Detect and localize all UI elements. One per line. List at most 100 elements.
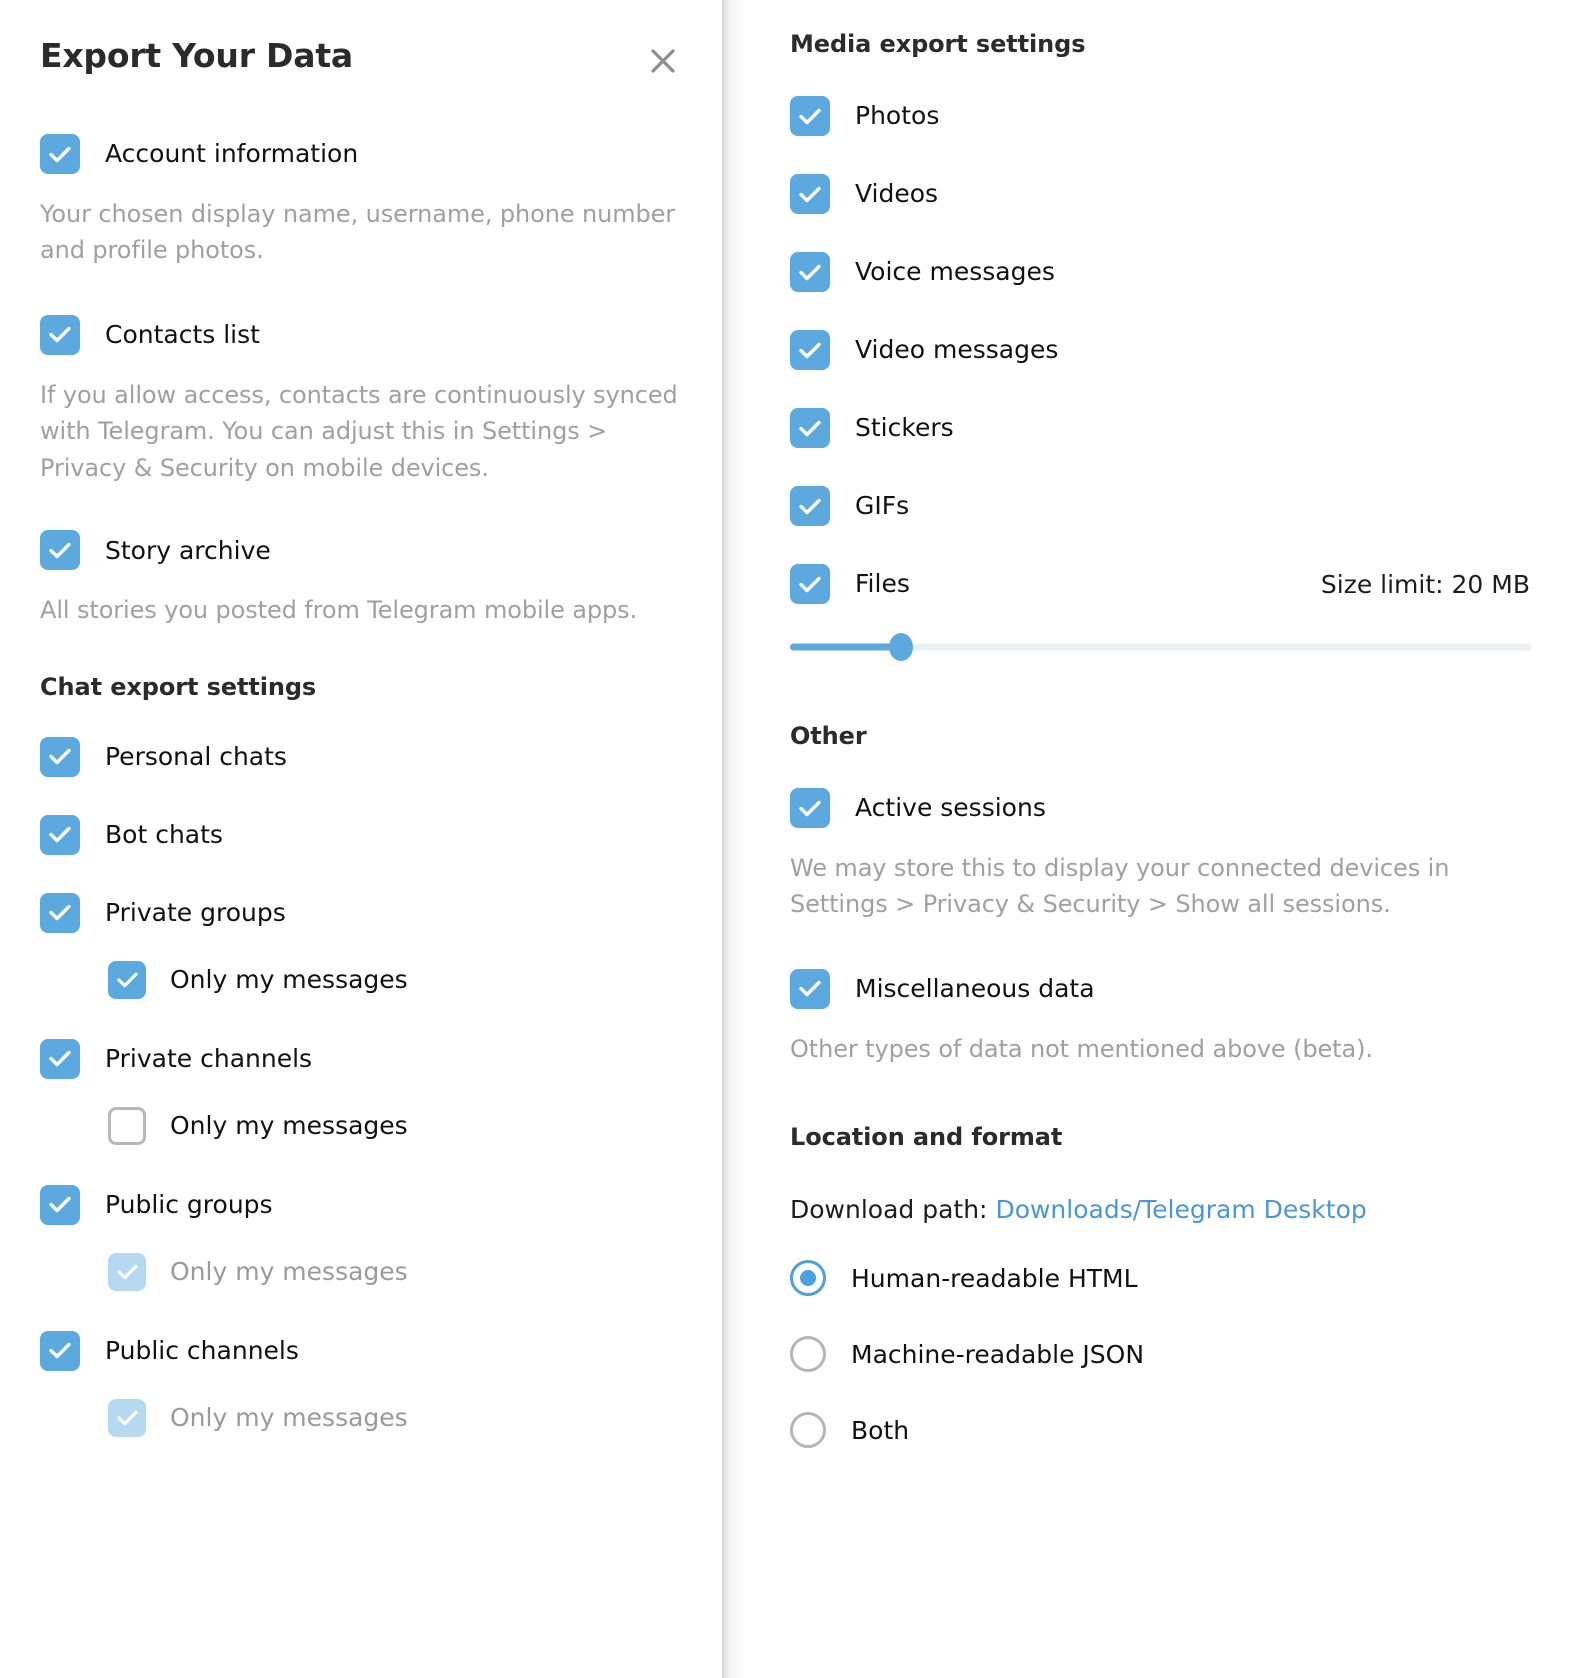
checkbox-label: Only my messages — [170, 1257, 408, 1287]
radio-label: Machine-readable JSON — [851, 1339, 1145, 1369]
checkbox-private-groups-only-my-messages[interactable]: Only my messages — [108, 960, 682, 999]
checkbox-box-checked — [40, 314, 80, 355]
download-path-row: Download path: Downloads/Telegram Deskto… — [790, 1195, 1532, 1224]
checkbox-label: Public groups — [105, 1190, 273, 1220]
checkbox-box-checked — [40, 1038, 80, 1079]
checkbox-box-checked — [40, 530, 80, 571]
checkbox-box-checked — [790, 564, 830, 604]
checkbox-box-checked — [40, 814, 80, 855]
download-path-link[interactable]: Downloads/Telegram Desktop — [995, 1195, 1366, 1224]
checkbox-public-groups-only-my-messages[interactable]: Only my messages — [108, 1252, 682, 1291]
checkbox-label: Only my messages — [170, 1111, 408, 1141]
checkbox-private-channels[interactable]: Private channels — [40, 1038, 682, 1079]
checkbox-active-sessions[interactable]: Active sessions — [790, 788, 1532, 828]
size-limit-slider[interactable] — [790, 632, 1532, 662]
checkbox-box-checked-disabled — [108, 1398, 146, 1437]
slider-thumb[interactable] — [889, 633, 914, 661]
checkbox-label: Only my messages — [170, 965, 408, 995]
checkbox-video-messages[interactable]: Video messages — [790, 330, 1532, 370]
checkbox-box-checked — [40, 134, 80, 174]
checkbox-box-checked — [790, 174, 830, 214]
active-sessions-description: We may store this to display your connec… — [790, 854, 1450, 919]
checkbox-box-checked — [790, 968, 830, 1009]
checkbox-label: Photos — [855, 101, 940, 131]
checkbox-files[interactable]: Files — [790, 564, 910, 604]
radio-human-readable-html[interactable]: Human-readable HTML — [790, 1260, 1532, 1297]
checkbox-box-checked — [790, 408, 830, 448]
miscellaneous-data-description: Other types of data not mentioned above … — [790, 1034, 1373, 1063]
checkbox-miscellaneous-data[interactable]: Miscellaneous data — [790, 968, 1532, 1009]
section-header-media-export: Media export settings — [790, 30, 1086, 58]
section-header-chat-export: Chat export settings — [40, 672, 317, 701]
checkbox-label: Miscellaneous data — [855, 974, 1095, 1004]
checkbox-label: Voice messages — [855, 257, 1055, 287]
radio-label: Both — [851, 1415, 910, 1445]
checkbox-box-checked — [790, 96, 830, 136]
download-path-label: Download path: — [790, 1195, 988, 1225]
radio-both[interactable]: Both — [790, 1412, 1532, 1449]
checkbox-label: Bot chats — [105, 820, 223, 850]
checkbox-box-unchecked — [108, 1106, 146, 1145]
section-header-other: Other — [790, 722, 867, 750]
checkbox-box-checked — [108, 960, 146, 999]
slider-fill — [790, 643, 902, 651]
checkbox-label: Account information — [105, 139, 359, 169]
section-header-location-format: Location and format — [790, 1123, 1063, 1152]
checkbox-videos[interactable]: Videos — [790, 174, 1532, 214]
checkbox-label: Private channels — [105, 1044, 313, 1074]
checkbox-box-checked — [790, 252, 830, 292]
files-row: Files Size limit: 20 MB — [790, 564, 1532, 604]
checkbox-bot-chats[interactable]: Bot chats — [40, 814, 682, 855]
radio-machine-readable-json[interactable]: Machine-readable JSON — [790, 1336, 1532, 1373]
panel-shadow — [722, 0, 748, 1678]
checkbox-label: Files — [855, 569, 910, 599]
export-data-dialog: Export Your Data Account information You… — [0, 0, 1576, 1678]
checkbox-box-checked — [790, 330, 830, 370]
checkbox-label: Video messages — [855, 335, 1059, 365]
checkbox-box-checked — [40, 736, 80, 777]
contacts-list-description: If you allow access, contacts are contin… — [40, 380, 678, 482]
radio-button-unselected — [790, 1336, 826, 1373]
checkbox-stickers[interactable]: Stickers — [790, 408, 1532, 448]
checkbox-label: Public channels — [105, 1336, 299, 1366]
left-panel: Export Your Data Account information You… — [0, 0, 722, 1678]
account-information-description: Your chosen display name, username, phon… — [40, 200, 676, 265]
panel-divider — [722, 0, 758, 1678]
size-limit-label: Size limit: 20 MB — [1320, 569, 1530, 599]
checkbox-gifs[interactable]: GIFs — [790, 486, 1532, 526]
checkbox-story-archive[interactable]: Story archive — [40, 530, 682, 571]
checkbox-voice-messages[interactable]: Voice messages — [790, 252, 1532, 292]
story-archive-description: All stories you posted from Telegram mob… — [40, 596, 638, 625]
radio-button-unselected — [790, 1412, 826, 1449]
checkbox-label: Only my messages — [170, 1403, 408, 1433]
checkbox-box-checked — [40, 892, 80, 933]
checkbox-private-groups[interactable]: Private groups — [40, 892, 682, 933]
checkbox-account-information[interactable]: Account information — [40, 134, 682, 174]
checkbox-private-channels-only-my-messages[interactable]: Only my messages — [108, 1106, 682, 1145]
checkbox-box-checked — [40, 1184, 80, 1225]
radio-label: Human-readable HTML — [851, 1263, 1138, 1293]
checkbox-box-checked — [40, 1330, 80, 1371]
checkbox-personal-chats[interactable]: Personal chats — [40, 736, 682, 777]
checkbox-box-checked — [790, 788, 830, 828]
checkbox-label: Contacts list — [105, 320, 260, 350]
checkbox-label: GIFs — [855, 491, 910, 521]
close-icon[interactable] — [640, 38, 686, 84]
checkbox-label: Personal chats — [105, 742, 287, 772]
checkbox-public-groups[interactable]: Public groups — [40, 1184, 682, 1225]
page-title: Export Your Data — [40, 36, 353, 75]
right-panel: Media export settings Photos Videos Voic… — [758, 0, 1576, 1678]
checkbox-label: Videos — [855, 179, 939, 209]
checkbox-contacts-list[interactable]: Contacts list — [40, 314, 682, 355]
radio-button-selected — [790, 1260, 826, 1297]
checkbox-label: Private groups — [105, 898, 286, 928]
checkbox-photos[interactable]: Photos — [790, 96, 1532, 136]
dialog-header: Export Your Data — [40, 0, 682, 84]
checkbox-label: Stickers — [855, 413, 954, 443]
checkbox-public-channels-only-my-messages[interactable]: Only my messages — [108, 1398, 682, 1437]
checkbox-label: Story archive — [105, 535, 271, 565]
checkbox-box-checked-disabled — [108, 1252, 146, 1291]
checkbox-label: Active sessions — [855, 793, 1046, 823]
checkbox-public-channels[interactable]: Public channels — [40, 1330, 682, 1371]
checkbox-box-checked — [790, 486, 830, 526]
